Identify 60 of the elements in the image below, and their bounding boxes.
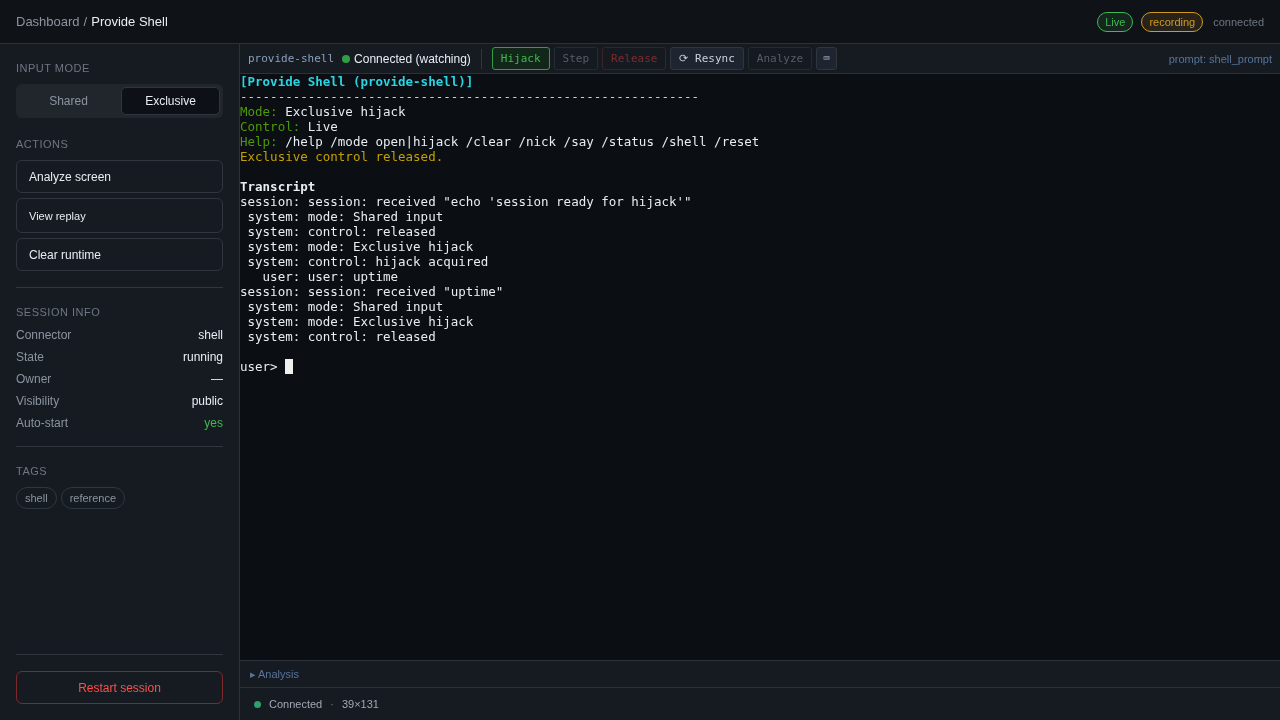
terminal-text: Live	[307, 119, 338, 134]
toolbar-button[interactable]: ⟳ Resync	[670, 47, 744, 70]
terminal-line: user: user: uptime	[261, 269, 399, 284]
info-value: shell	[198, 328, 223, 342]
connection-status: connected	[1213, 15, 1264, 28]
terminal-line: system: control: released	[246, 224, 436, 239]
info-label: Visibility	[16, 394, 60, 408]
terminal-line: system: mode: Exclusive hijack	[246, 314, 474, 329]
restart-button[interactable]: Restart session	[16, 671, 223, 704]
status-badge: recording	[1141, 11, 1204, 32]
section-title: INPUT MODE	[16, 62, 91, 74]
session-id: provide-shell	[248, 52, 335, 65]
terminal-line: system: mode: Shared input	[246, 209, 444, 224]
breadcrumb-link[interactable]: Dashboard	[16, 14, 80, 29]
status-dot	[342, 54, 351, 63]
terminal-line: -------------------------------------------------------------	[240, 89, 700, 104]
info-value: —	[211, 372, 223, 386]
terminal-prompt: user>	[240, 359, 279, 374]
info-label: Auto-start	[16, 416, 69, 430]
terminal-line: Transcript	[240, 179, 316, 194]
status-text: Connected	[269, 698, 323, 710]
terminal-line: session: session: received "uptime"	[240, 284, 504, 299]
status-badge: Live	[1097, 11, 1134, 32]
status-dot	[254, 700, 261, 708]
terminal-size: 39×131	[341, 698, 379, 710]
separator: ·	[330, 698, 334, 710]
keyboard-button[interactable]: ⌨	[816, 47, 837, 70]
action-button[interactable]: Analyze screen	[16, 160, 223, 193]
connection-status: Connected (watching)	[354, 51, 471, 66]
info-value: public	[191, 394, 223, 408]
terminal-line: [Provide Shell (provide-shell)]	[240, 74, 474, 89]
terminal-line: Exclusive control released.	[240, 149, 444, 164]
info-label: Connector	[16, 328, 72, 342]
terminal-text: Exclusive hijack	[285, 104, 406, 119]
terminal-line: system: control: hijack acquired	[246, 254, 489, 269]
terminal-line: system: mode: Exclusive hijack	[246, 239, 474, 254]
terminal-text: /help /mode open|hijack /clear /nick /say /status /shell /reset	[285, 134, 760, 149]
action-button[interactable]: View replay	[16, 198, 223, 233]
analysis-toggle[interactable]: ▸ Analysis	[250, 667, 299, 681]
terminal-line: system: mode: Shared input	[246, 299, 444, 314]
page-title: Provide Shell	[91, 14, 168, 29]
breadcrumb-separator: /	[83, 14, 88, 29]
terminal-line: system: control: released	[246, 329, 436, 344]
terminal-label: Control:	[240, 119, 301, 134]
mode-option[interactable]: Shared	[19, 87, 118, 115]
terminal-label: Help:	[240, 134, 278, 149]
info-label: State	[16, 350, 45, 364]
section-title: SESSION INFO	[16, 306, 102, 318]
mode-option[interactable]: Exclusive	[121, 87, 220, 115]
info-label: Owner	[16, 372, 52, 386]
action-button[interactable]: Clear runtime	[16, 238, 223, 271]
cursor	[285, 359, 294, 374]
info-value: yes	[204, 416, 223, 430]
section-title: TAGS	[16, 465, 49, 477]
toolbar-button[interactable]: Hijack	[491, 47, 550, 70]
info-value: running	[182, 350, 223, 364]
terminal-label: Mode:	[240, 104, 278, 119]
prompt-label: prompt: shell_prompt	[1168, 52, 1272, 65]
section-title: ACTIONS	[16, 138, 70, 150]
terminal-line: session: session: received "echo 'session ready for hijack'"	[240, 194, 692, 209]
